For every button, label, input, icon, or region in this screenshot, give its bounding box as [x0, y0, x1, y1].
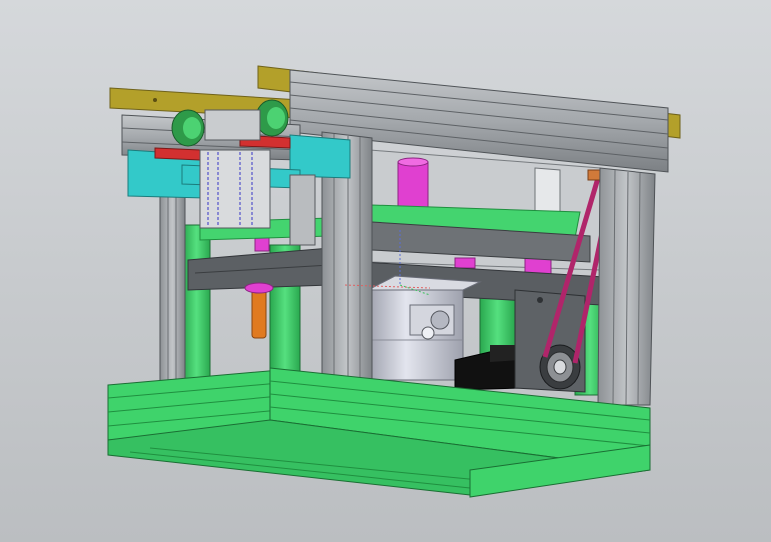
cad-model-render[interactable]	[0, 0, 771, 542]
cad-viewport[interactable]	[0, 0, 771, 542]
orange-shaft	[244, 282, 274, 339]
